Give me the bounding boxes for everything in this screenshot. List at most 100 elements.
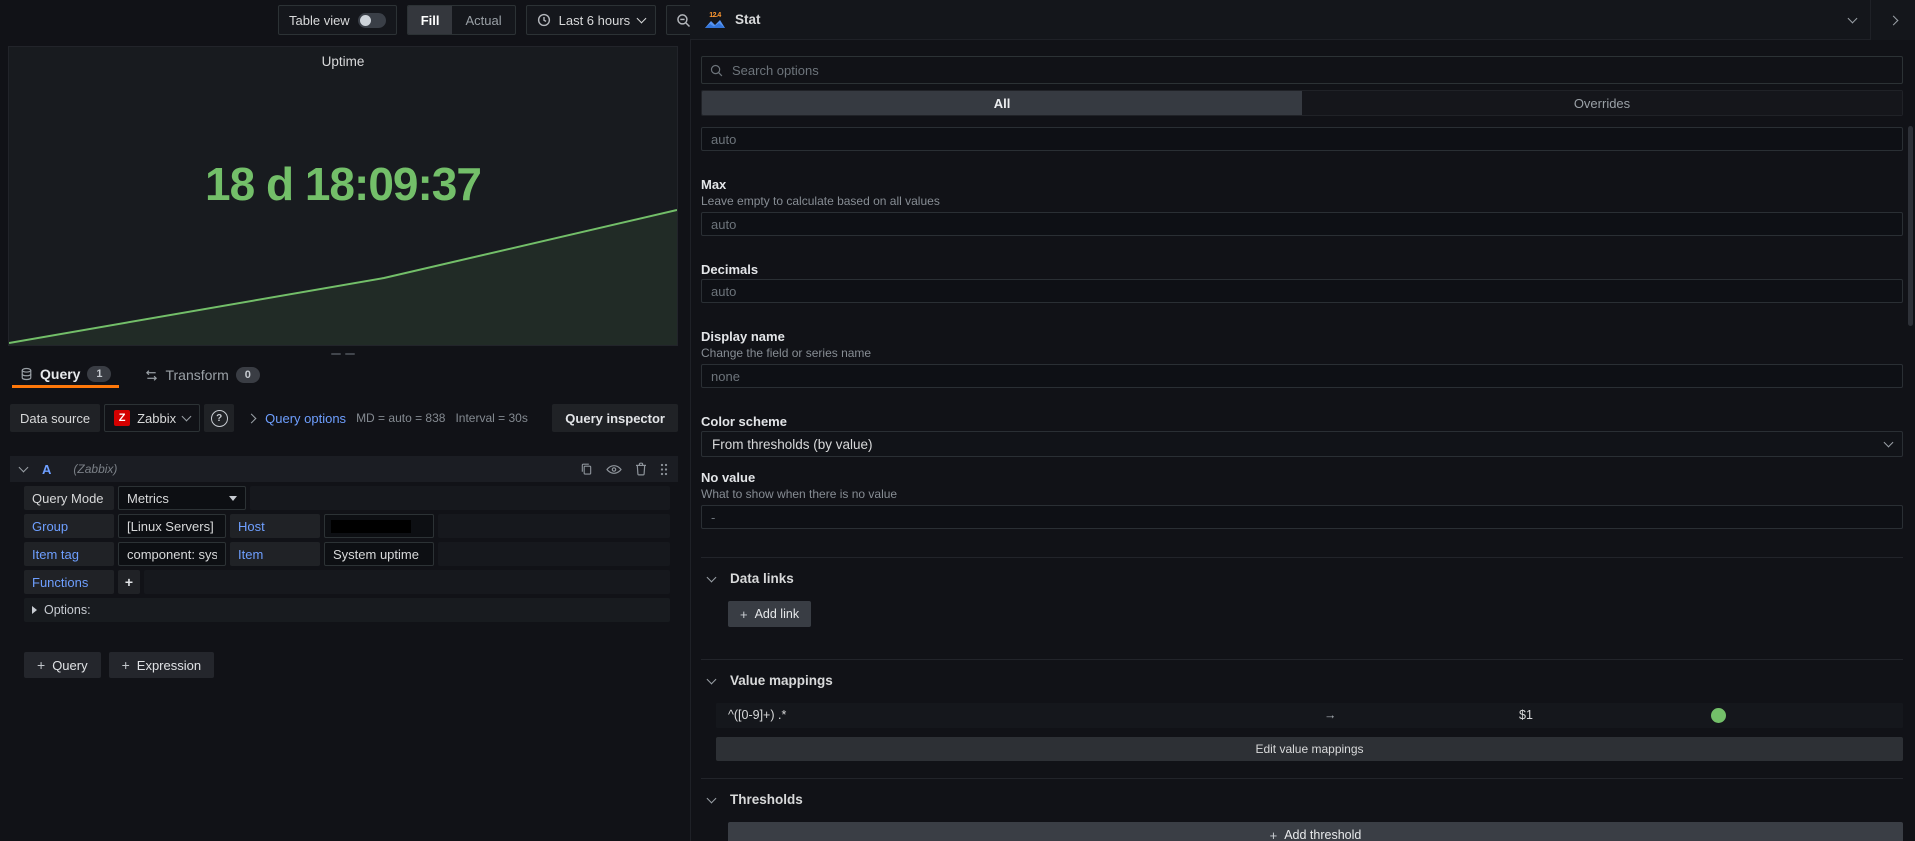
host-redacted-value	[331, 520, 411, 533]
host-input[interactable]	[324, 514, 434, 538]
table-view-toggle[interactable]	[357, 12, 386, 28]
row-filler	[144, 570, 670, 594]
no-value-label: No value	[701, 470, 756, 485]
datasource-help-button[interactable]: ?	[204, 404, 235, 432]
stat-value: 18 d 18:09:37	[205, 158, 482, 210]
options-search-input[interactable]	[730, 61, 1894, 79]
caret-down-icon	[229, 495, 237, 501]
datasource-name: Zabbix	[137, 410, 177, 426]
add-query-button[interactable]: + Query	[24, 652, 101, 678]
delete-query-button[interactable]	[635, 462, 647, 476]
row-filler	[438, 514, 670, 538]
zoom-out-icon	[676, 13, 690, 27]
value-mappings-section: Value mappings ^([0-9]+) .* → $1 Edit va…	[701, 659, 1903, 761]
data-links-section: Data links + Add link	[701, 557, 1903, 644]
plus-icon: +	[740, 606, 748, 622]
no-value-input[interactable]	[701, 505, 1903, 529]
search-icon	[710, 64, 723, 76]
tab-transform[interactable]: Transform 0	[137, 362, 267, 388]
item-input[interactable]	[324, 542, 434, 566]
group-input[interactable]	[118, 514, 226, 538]
max-description: Leave empty to calculate based on all va…	[701, 194, 940, 208]
plus-icon: +	[1269, 827, 1278, 841]
collapse-options-pane-button[interactable]	[1870, 0, 1915, 41]
time-range-picker[interactable]: Last 6 hours	[525, 5, 657, 35]
options-scrollbar[interactable]	[1908, 126, 1913, 326]
query-editor-rows: Query Mode Metrics Group Host Item tag	[24, 486, 670, 622]
data-links-header[interactable]: Data links	[701, 571, 1903, 586]
clock-icon	[537, 13, 551, 27]
thresholds-section: Thresholds + Add threshold Base Threshol…	[701, 778, 1903, 841]
panel-title: Uptime	[321, 54, 365, 69]
max-input[interactable]	[701, 212, 1903, 236]
value-mapping-row[interactable]: ^([0-9]+) .* → $1	[716, 703, 1903, 728]
tab-query[interactable]: Query 1	[12, 362, 120, 388]
chevron-down-icon	[706, 572, 717, 582]
visualization-picker[interactable]: 12.4 Stat	[690, 0, 1870, 40]
visualization-name: Stat	[735, 12, 761, 27]
drag-handle[interactable]	[660, 463, 668, 476]
actual-button[interactable]: Actual	[452, 6, 514, 34]
query-options-link[interactable]: Query options	[265, 411, 346, 426]
panel-edit-left-column: Uptime 18 d 18:09:37 Query 1 Transform 0…	[8, 46, 678, 678]
query-options-collapsed-row[interactable]: Options:	[24, 598, 670, 622]
color-scheme-select[interactable]: From thresholds (by value)	[701, 431, 1903, 457]
toolbar-left-controls: Table view Fill Actual Last 6 hours	[278, 5, 745, 35]
chevron-right-icon	[246, 413, 257, 423]
edit-value-mappings-button[interactable]: Edit value mappings	[716, 737, 1903, 761]
add-function-button[interactable]: +	[118, 570, 140, 594]
options-tabs: All Overrides	[701, 90, 1903, 116]
mapping-color-dot[interactable]	[1711, 708, 1726, 723]
query-inspector-button[interactable]: Query inspector	[552, 404, 678, 432]
fill-actual-segment: Fill Actual	[406, 5, 516, 35]
table-view-group: Table view	[278, 5, 397, 35]
add-link-button[interactable]: + Add link	[728, 601, 812, 627]
query-actions	[580, 462, 668, 476]
functions-row: Functions +	[24, 570, 670, 594]
tab-all[interactable]: All	[702, 91, 1302, 115]
add-threshold-button[interactable]: + Add threshold	[728, 822, 1903, 841]
tab-transform-label: Transform	[165, 367, 229, 383]
group-label: Group	[24, 514, 114, 538]
item-tag-input[interactable]	[118, 542, 226, 566]
chevron-down-icon	[18, 462, 29, 473]
thresholds-header[interactable]: Thresholds	[701, 792, 1903, 807]
plus-icon: +	[37, 657, 46, 673]
value-mappings-header[interactable]: Value mappings	[701, 673, 1903, 688]
stat-viz-icon: 12.4	[704, 12, 726, 28]
datasource-row: Data source Z Zabbix ? Query options MD …	[10, 404, 678, 432]
duplicate-query-button[interactable]	[580, 462, 593, 476]
query-mode-value: Metrics	[127, 490, 169, 506]
row-filler	[438, 542, 670, 566]
color-scheme-label: Color scheme	[701, 414, 787, 429]
datasource-label: Data source	[10, 404, 101, 432]
functions-label: Functions	[24, 570, 114, 594]
max-label: Max	[701, 177, 727, 192]
add-expression-button[interactable]: + Expression	[108, 652, 215, 678]
query-mode-select[interactable]: Metrics	[118, 486, 246, 510]
datasource-select[interactable]: Z Zabbix	[104, 404, 201, 432]
fill-button[interactable]: Fill	[407, 6, 453, 34]
decimals-input[interactable]	[701, 279, 1903, 303]
transform-count-badge: 0	[235, 367, 260, 383]
chevron-down-icon	[1847, 13, 1858, 23]
itemtag-item-row: Item tag Item	[24, 542, 670, 566]
display-name-description: Change the field or series name	[701, 346, 872, 360]
hide-query-button[interactable]	[606, 464, 622, 475]
panel-resize-handle[interactable]	[8, 346, 678, 362]
add-query-label: Query	[52, 657, 88, 673]
chevron-down-icon	[706, 793, 717, 803]
tab-overrides[interactable]: Overrides	[1302, 91, 1902, 115]
query-datasource-note: (Zabbix)	[73, 462, 118, 476]
mapping-pattern: ^([0-9]+) .*	[728, 708, 787, 722]
display-name-input[interactable]	[701, 364, 1903, 388]
transform-icon	[145, 369, 158, 382]
grafana-panel-editor: Table view Fill Actual Last 6 hours 12.4…	[0, 0, 1915, 841]
host-label: Host	[230, 514, 320, 538]
chevron-right-icon	[1888, 15, 1899, 25]
chevron-down-icon	[1883, 437, 1894, 448]
query-row-header[interactable]: A (Zabbix)	[10, 456, 678, 482]
min-input[interactable]	[701, 127, 1903, 151]
editor-tabs: Query 1 Transform 0	[8, 362, 678, 388]
query-count-badge: 1	[87, 365, 112, 382]
